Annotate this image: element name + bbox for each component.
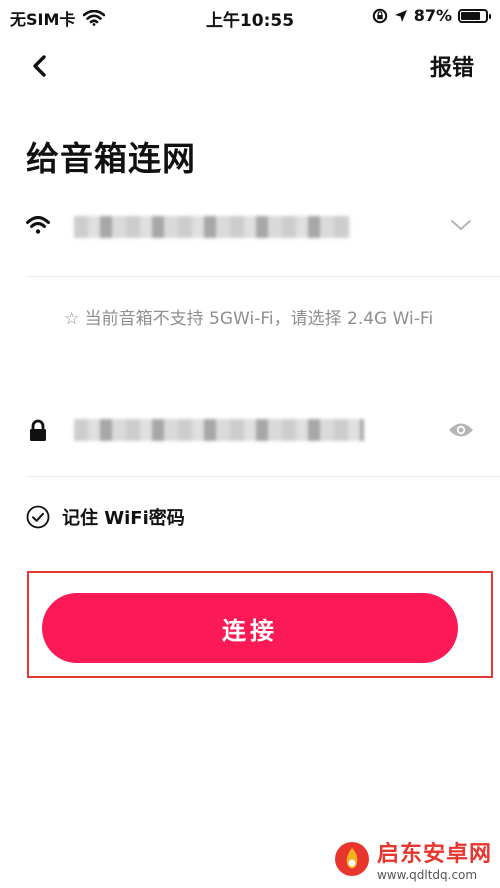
divider <box>26 276 500 277</box>
wifi-password-row <box>26 395 500 465</box>
battery-level-fill <box>461 11 480 20</box>
divider <box>26 476 500 477</box>
watermark-name: 启东安卓网 <box>376 842 492 867</box>
wifi-network-selector[interactable] <box>26 192 500 262</box>
site-logo-icon <box>334 842 369 876</box>
back-chevron-icon[interactable] <box>26 52 54 80</box>
wifi-password-input[interactable] <box>74 417 378 445</box>
watermark: 启东安卓网 www.qdltdq.com <box>333 836 492 882</box>
page-title: 给音箱连网 <box>26 139 196 178</box>
wifi-icon <box>26 216 50 234</box>
connect-button[interactable]: 连接 <box>42 593 458 663</box>
wifi-setup-page: 无SIM卡 上午10:55 87% 报错 给音箱连网 ☆ 当前音箱不支持 5GW… <box>0 0 500 888</box>
orientation-lock-icon <box>372 8 387 23</box>
eye-icon[interactable] <box>448 421 474 439</box>
wifi-network-name-redacted <box>74 216 350 238</box>
location-arrow-icon <box>394 9 407 22</box>
battery-percent: 87% <box>413 6 452 25</box>
band-warning-hint: ☆ 当前音箱不支持 5GWi-Fi，请选择 2.4G Wi-Fi <box>64 309 434 329</box>
battery-icon <box>458 8 491 23</box>
lock-icon <box>30 419 46 441</box>
status-right: 87% <box>366 6 491 25</box>
chevron-down-icon[interactable] <box>450 218 472 232</box>
remember-password-checkbox[interactable]: 记住 WiFi密码 <box>26 504 185 530</box>
status-bar: 无SIM卡 上午10:55 87% <box>0 0 500 34</box>
watermark-text: 启东安卓网 www.qdltdq.com <box>377 836 492 882</box>
remember-password-label: 记住 WiFi密码 <box>62 508 185 529</box>
watermark-url: www.qdltdq.com <box>376 868 478 882</box>
report-error-button[interactable]: 报错 <box>430 50 474 82</box>
check-circle-icon <box>26 505 50 529</box>
